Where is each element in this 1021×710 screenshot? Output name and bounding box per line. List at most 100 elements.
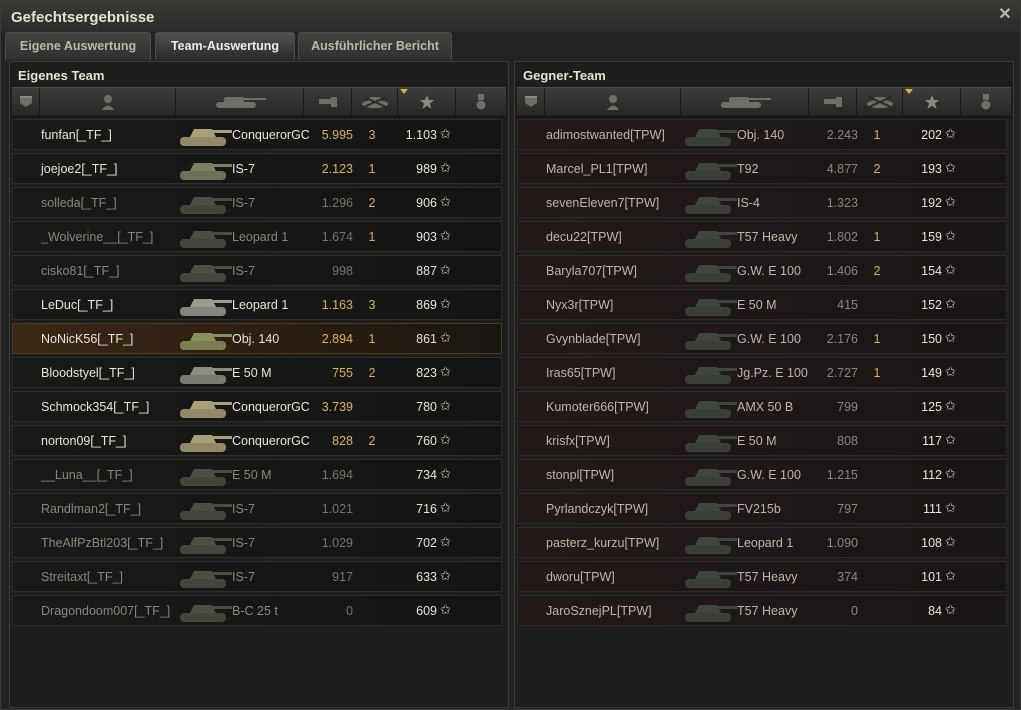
player-name[interactable]: __Luna__[_TF_] xyxy=(41,468,133,482)
player-row[interactable]: pasterz_kurzu[TPW] Leopard 1 1.090 108 ✩ xyxy=(517,527,1007,558)
player-row[interactable]: __Luna__[_TF_] E 50 M 1.694 734 ✩ xyxy=(12,459,502,490)
damage-column-header[interactable] xyxy=(809,88,857,116)
star-icon: ✩ xyxy=(440,194,451,209)
vehicle-name: Obj. 140 xyxy=(232,332,280,346)
player-row[interactable]: solleda[_TF_] IS-7 1.296 2 906 ✩ xyxy=(12,187,502,218)
player-name[interactable]: TheAlfPzBtl203[_TF_] xyxy=(41,536,163,550)
xp-column-header[interactable] xyxy=(398,88,456,116)
tank-icon xyxy=(685,231,737,248)
player-name[interactable]: NoNicK56[_TF_] xyxy=(41,332,133,346)
player-row[interactable]: JaroSznejPL[TPW] T57 Heavy 0 84 ✩ xyxy=(517,595,1007,626)
player-name[interactable]: Pyrlandczyk[TPW] xyxy=(546,502,648,516)
player-column-header[interactable] xyxy=(545,88,681,116)
kills-column-header[interactable] xyxy=(352,88,398,116)
star-icon: ✩ xyxy=(440,432,451,447)
player-name[interactable]: Gvynblade[TPW] xyxy=(546,332,640,346)
vehicle-name: Obj. 140 xyxy=(737,128,785,142)
player-row[interactable]: adimostwanted[TPW] Obj. 140 2.243 1 202 ✩ xyxy=(517,119,1007,150)
player-name[interactable]: Nyx3r[TPW] xyxy=(546,298,613,312)
close-icon[interactable]: ✕ xyxy=(996,6,1014,24)
player-name[interactable]: stonpl[TPW] xyxy=(546,468,614,482)
player-row[interactable]: _Wolverine__[_TF_] Leopard 1 1.674 1 903 ✩ xyxy=(12,221,502,252)
tank-icon xyxy=(180,163,232,180)
player-row[interactable]: Streitaxt[_TF_] IS-7 917 633 ✩ xyxy=(12,561,502,592)
kills-value: 1 xyxy=(368,332,376,346)
damage-icon xyxy=(823,97,842,107)
player-name[interactable]: Iras65[TPW] xyxy=(546,366,615,380)
damage-value: 374 xyxy=(837,570,858,584)
player-name[interactable]: _Wolverine__[_TF_] xyxy=(41,230,153,244)
player-row[interactable]: Dragondoom007[_TF_] B-C 25 t 0 609 ✩ xyxy=(12,595,502,626)
player-icon xyxy=(606,95,619,110)
player-row[interactable]: norton09[_TF_] ConquerorGC 828 2 760 ✩ xyxy=(12,425,502,456)
medal-column-header[interactable] xyxy=(961,88,1011,116)
player-row[interactable]: sevenEleven7[TPW] IS-4 1.323 192 ✩ xyxy=(517,187,1007,218)
player-name[interactable]: Bloodstyel[_TF_] xyxy=(41,366,135,380)
player-name[interactable]: Kumoter666[TPW] xyxy=(546,400,649,414)
vehicle-name: ConquerorGC xyxy=(232,128,310,142)
player-row[interactable]: Baryla707[TPW] G.W. E 100 1.406 2 154 ✩ xyxy=(517,255,1007,286)
player-row[interactable]: dworu[TPW] T57 Heavy 374 101 ✩ xyxy=(517,561,1007,592)
player-row[interactable]: Nyx3r[TPW] E 50 M 415 152 ✩ xyxy=(517,289,1007,320)
xp-value: 1.103 xyxy=(405,128,437,142)
tab-team-auswertung[interactable]: Team-Auswertung xyxy=(155,32,295,60)
player-name[interactable]: joejoe2[_TF_] xyxy=(41,162,117,176)
xp-column-header[interactable] xyxy=(903,88,961,116)
player-row[interactable]: TheAlfPzBtl203[_TF_] IS-7 1.029 702 ✩ xyxy=(12,527,502,558)
player-row[interactable]: Randlman2[_TF_] IS-7 1.021 716 ✩ xyxy=(12,493,502,524)
player-name[interactable]: krisfx[TPW] xyxy=(546,434,610,448)
player-name[interactable]: JaroSznejPL[TPW] xyxy=(546,604,652,618)
player-name[interactable]: Schmock354[_TF_] xyxy=(41,400,149,414)
star-icon xyxy=(924,95,939,109)
player-name[interactable]: dworu[TPW] xyxy=(546,570,615,584)
tab-ausfuehrlicher-bericht[interactable]: Ausführlicher Bericht xyxy=(298,32,452,60)
damage-value: 2.243 xyxy=(826,128,858,142)
player-row[interactable]: joejoe2[_TF_] IS-7 2.123 1 989 ✩ xyxy=(12,153,502,184)
player-name[interactable]: pasterz_kurzu[TPW] xyxy=(546,536,659,550)
player-name[interactable]: adimostwanted[TPW] xyxy=(546,128,665,142)
player-name[interactable]: Marcel_PL1[TPW] xyxy=(546,162,647,176)
player-column-header[interactable] xyxy=(40,88,176,116)
player-name[interactable]: sevenEleven7[TPW] xyxy=(546,196,659,210)
player-row[interactable]: Schmock354[_TF_] ConquerorGC 3.739 780 ✩ xyxy=(12,391,502,422)
player-row[interactable]: NoNicK56[_TF_] Obj. 140 2.894 1 861 ✩ xyxy=(12,323,502,354)
kills-column-header[interactable] xyxy=(857,88,903,116)
player-name[interactable]: norton09[_TF_] xyxy=(41,434,126,448)
vehicle-column-header[interactable] xyxy=(681,88,809,116)
player-row[interactable]: funfan[_TF_] ConquerorGC 5.995 3 1.103 ✩ xyxy=(12,119,502,150)
xp-value: 989 xyxy=(416,162,437,176)
player-row[interactable]: krisfx[TPW] E 50 M 808 117 ✩ xyxy=(517,425,1007,456)
player-name[interactable]: Streitaxt[_TF_] xyxy=(41,570,123,584)
player-name[interactable]: Baryla707[TPW] xyxy=(546,264,637,278)
player-name[interactable]: Dragondoom007[_TF_] xyxy=(41,604,170,618)
player-row[interactable]: Kumoter666[TPW] AMX 50 B 799 125 ✩ xyxy=(517,391,1007,422)
player-row[interactable]: Pyrlandczyk[TPW] FV215b 797 111 ✩ xyxy=(517,493,1007,524)
damage-value: 1.021 xyxy=(321,502,353,516)
squad-column-header[interactable] xyxy=(12,88,40,116)
player-name[interactable]: Randlman2[_TF_] xyxy=(41,502,141,516)
battle-results-window: Gefechtsergebnisse ✕ Eigene Auswertung T… xyxy=(0,0,1021,710)
player-row[interactable]: LeDuc[_TF_] Leopard 1 1.163 3 869 ✩ xyxy=(12,289,502,320)
player-row[interactable]: Marcel_PL1[TPW] T92 4.877 2 193 ✩ xyxy=(517,153,1007,184)
player-name[interactable]: cisko81[_TF_] xyxy=(41,264,120,278)
player-name[interactable]: decu22[TPW] xyxy=(546,230,622,244)
player-row[interactable]: Gvynblade[TPW] G.W. E 100 2.176 1 150 ✩ xyxy=(517,323,1007,354)
vehicle-name: Leopard 1 xyxy=(737,536,794,550)
medal-column-header[interactable] xyxy=(456,88,506,116)
player-name[interactable]: LeDuc[_TF_] xyxy=(41,298,113,312)
player-row[interactable]: cisko81[_TF_] IS-7 998 887 ✩ xyxy=(12,255,502,286)
damage-column-header[interactable] xyxy=(304,88,352,116)
squad-column-header[interactable] xyxy=(517,88,545,116)
star-icon: ✩ xyxy=(440,500,451,515)
player-row[interactable]: Iras65[TPW] Jg.Pz. E 100 2.727 1 149 ✩ xyxy=(517,357,1007,388)
tab-eigene-auswertung[interactable]: Eigene Auswertung xyxy=(5,32,151,60)
player-row[interactable]: stonpl[TPW] G.W. E 100 1.215 112 ✩ xyxy=(517,459,1007,490)
vehicle-column-header[interactable] xyxy=(176,88,304,116)
player-row[interactable]: decu22[TPW] T57 Heavy 1.802 1 159 ✩ xyxy=(517,221,1007,252)
player-name[interactable]: solleda[_TF_] xyxy=(41,196,117,210)
xp-value: 906 xyxy=(416,196,437,210)
kills-value: 1 xyxy=(873,128,881,142)
star-icon: ✩ xyxy=(945,296,956,311)
player-row[interactable]: Bloodstyel[_TF_] E 50 M 755 2 823 ✩ xyxy=(12,357,502,388)
player-name[interactable]: funfan[_TF_] xyxy=(41,128,112,142)
